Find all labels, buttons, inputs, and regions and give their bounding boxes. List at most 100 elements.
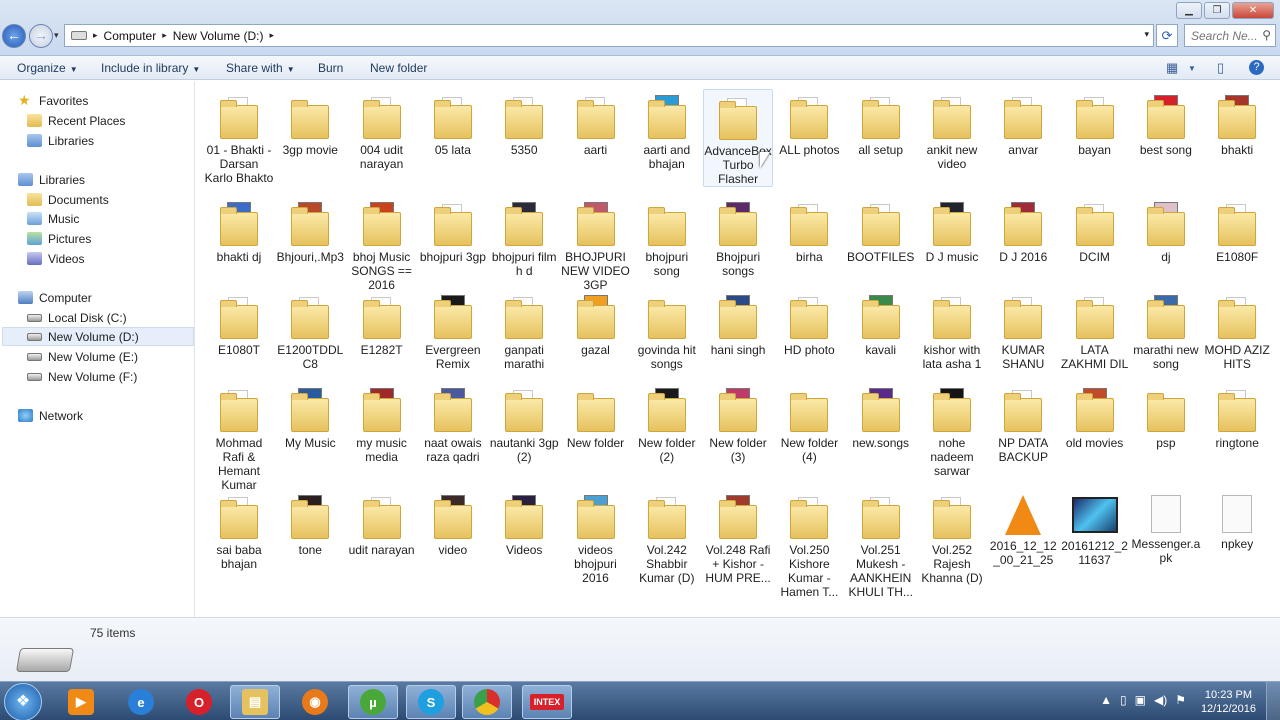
file-item[interactable]: Vol.252 Rajesh Khanna (D) <box>917 489 987 585</box>
file-item[interactable]: NP DATA BACKUP <box>988 382 1058 464</box>
help-icon[interactable]: ? <box>1249 60 1264 75</box>
file-item[interactable]: New folder (3) <box>703 382 773 464</box>
file-item[interactable]: New folder <box>561 382 631 450</box>
file-item[interactable]: Vol.248 Rafi + Kishor - HUM PRE... <box>703 489 773 585</box>
file-item[interactable]: udit narayan <box>347 489 417 557</box>
file-item[interactable]: Bhjouri,.Mp3 <box>275 196 345 264</box>
file-item[interactable]: ALL photos <box>774 89 844 157</box>
file-item[interactable]: Videos <box>489 489 559 557</box>
file-item[interactable]: D J music <box>917 196 987 264</box>
file-item[interactable]: My Music <box>275 382 345 450</box>
file-item[interactable]: psp <box>1131 382 1201 450</box>
sidebar-item-music[interactable]: Music <box>27 209 79 228</box>
taskbar-windows-explorer[interactable]: ▤ <box>230 685 280 719</box>
sidebar-item-recent-places[interactable]: Recent Places <box>27 111 125 130</box>
file-item[interactable]: videos bhojpuri 2016 <box>561 489 631 585</box>
taskbar-utorrent[interactable]: µ <box>348 685 398 719</box>
search-input[interactable]: Search Ne... ⚲ <box>1184 24 1276 47</box>
taskbar-chrome[interactable] <box>462 685 512 719</box>
file-item[interactable]: Vol.242 Shabbir Kumar (D) <box>632 489 702 585</box>
sidebar-item-videos[interactable]: Videos <box>27 249 84 268</box>
maximize-button[interactable]: ❐ <box>1204 2 1230 19</box>
include-in-library-menu[interactable]: Include in library ▼ <box>101 61 200 75</box>
file-item[interactable]: bhojpuri film h d <box>489 196 559 278</box>
file-item[interactable]: ringtone <box>1202 382 1272 450</box>
file-item[interactable]: BHOJPURI NEW VIDEO 3GP <box>561 196 631 292</box>
file-item[interactable]: gazal <box>561 289 631 357</box>
file-item[interactable]: aarti <box>561 89 631 157</box>
breadcrumb-computer[interactable]: Computer <box>104 29 157 43</box>
change-view-icon[interactable]: ▦ <box>1166 60 1178 76</box>
sidebar-item-network[interactable]: Network <box>18 406 83 425</box>
file-item[interactable]: Evergreen Remix <box>418 289 488 371</box>
file-item[interactable]: 20161212_211637 <box>1060 489 1130 567</box>
file-item[interactable]: KUMAR SHANU <box>988 289 1058 371</box>
file-item[interactable]: 5350 <box>489 89 559 157</box>
file-item[interactable]: bayan <box>1060 89 1130 157</box>
address-dropdown-icon[interactable]: ▾ <box>1144 29 1149 40</box>
file-item[interactable]: kishor with lata asha 1 <box>917 289 987 371</box>
file-item[interactable]: HD photo <box>774 289 844 357</box>
file-item[interactable]: dj <box>1131 196 1201 264</box>
file-item[interactable]: D J 2016 <box>988 196 1058 264</box>
file-item[interactable]: old movies <box>1060 382 1130 450</box>
file-item[interactable]: bhakti dj <box>204 196 274 264</box>
taskbar-skype[interactable]: S <box>406 685 456 719</box>
taskbar-intex[interactable]: INTEX <box>522 685 572 719</box>
flag-icon[interactable]: ⚑ <box>1175 693 1186 707</box>
start-button[interactable]: ❖ <box>4 683 42 720</box>
file-item[interactable]: E1080T <box>204 289 274 357</box>
file-item[interactable]: sai baba bhajan <box>204 489 274 571</box>
file-item[interactable]: naat owais raza qadri <box>418 382 488 464</box>
file-item[interactable]: hani singh <box>703 289 773 357</box>
file-item[interactable]: DCIM <box>1060 196 1130 264</box>
preview-pane-icon[interactable]: ▯ <box>1217 60 1224 76</box>
file-item[interactable]: bhojpuri 3gp <box>418 196 488 264</box>
chevron-right-icon[interactable]: ▸ <box>93 30 98 41</box>
file-item[interactable]: Vol.251 Mukesh - AANKHEIN KHULI TH... <box>846 489 916 599</box>
forward-button[interactable]: → <box>29 24 53 48</box>
show-desktop-button[interactable] <box>1266 682 1280 720</box>
taskbar-firefox[interactable]: ◉ <box>290 685 340 719</box>
refresh-button[interactable]: ⟳ <box>1156 24 1178 47</box>
file-item[interactable]: birha <box>774 196 844 264</box>
sidebar-item-libraries[interactable]: Libraries <box>18 170 85 189</box>
file-item[interactable]: bhakti <box>1202 89 1272 157</box>
file-item[interactable]: kavali <box>846 289 916 357</box>
file-item[interactable]: E1080F <box>1202 196 1272 264</box>
sidebar-item-pictures[interactable]: Pictures <box>27 229 91 248</box>
close-button[interactable]: ✕ <box>1232 2 1274 19</box>
taskbar-internet-explorer[interactable]: e <box>116 685 166 719</box>
file-item[interactable]: Messenger.apk <box>1131 489 1201 565</box>
sidebar-item-new-volume-d[interactable]: New Volume (D:) <box>2 327 194 346</box>
sidebar-item-libraries-favorite[interactable]: Libraries <box>27 131 94 150</box>
usb-icon[interactable]: ▯ <box>1120 693 1127 707</box>
file-item[interactable]: ankit new video <box>917 89 987 171</box>
sidebar-item-documents[interactable]: Documents <box>27 190 109 209</box>
taskbar-opera[interactable]: O <box>174 685 224 719</box>
file-item[interactable]: 3gp movie <box>275 89 345 157</box>
back-button[interactable]: ← <box>2 24 26 48</box>
recent-pages-dropdown[interactable]: ▾ <box>54 30 59 41</box>
sidebar-item-favorites[interactable]: ★ Favorites <box>18 91 88 110</box>
file-item[interactable]: my music media <box>347 382 417 464</box>
file-item[interactable]: govinda hit songs <box>632 289 702 371</box>
chevron-right-icon[interactable]: ▸ <box>162 30 167 41</box>
file-item[interactable]: npkey <box>1202 489 1272 551</box>
file-item[interactable]: Bhojpuri songs <box>703 196 773 278</box>
file-item[interactable]: marathi new song <box>1131 289 1201 371</box>
file-item[interactable]: aarti and bhajan <box>632 89 702 171</box>
breadcrumb-new-volume-d[interactable]: New Volume (D:) <box>173 29 264 43</box>
share-with-menu[interactable]: Share with ▼ <box>226 61 295 75</box>
file-item[interactable]: tone <box>275 489 345 557</box>
sidebar-item-new-volume-f[interactable]: New Volume (F:) <box>27 367 137 386</box>
file-item[interactable]: new.songs <box>846 382 916 450</box>
clock[interactable]: 10:23 PM 12/12/2016 <box>1201 688 1256 716</box>
file-item[interactable]: all setup <box>846 89 916 157</box>
sidebar-item-local-disk-c[interactable]: Local Disk (C:) <box>27 308 127 327</box>
file-item[interactable]: anvar <box>988 89 1058 157</box>
minimize-button[interactable]: ▁ <box>1176 2 1202 19</box>
file-item[interactable]: bhojpuri song <box>632 196 702 278</box>
taskbar-media-player[interactable]: ▶ <box>56 685 106 719</box>
file-item[interactable]: BOOTFILES <box>846 196 916 264</box>
